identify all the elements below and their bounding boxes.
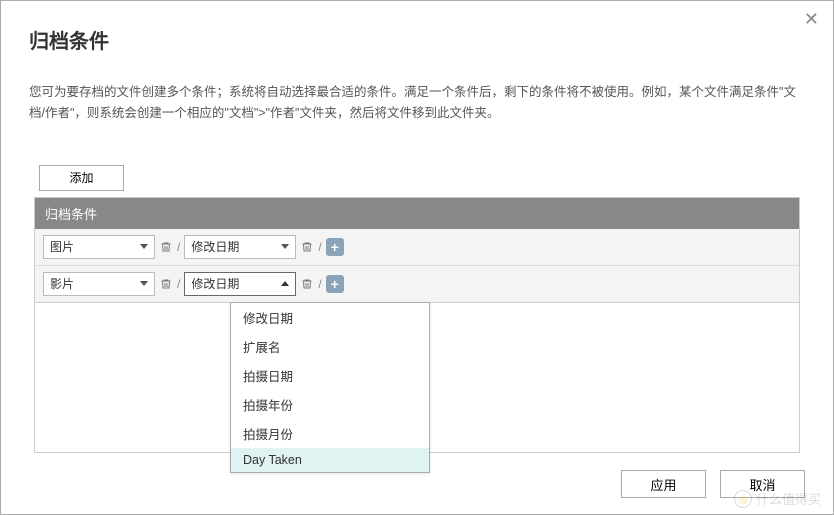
dropdown-item[interactable]: 拍摄日期 — [231, 361, 429, 390]
type-select[interactable]: 影片 — [43, 272, 155, 296]
chevron-down-icon — [140, 281, 148, 286]
close-icon[interactable]: ✕ — [804, 9, 819, 30]
section-header: 归档条件 — [35, 198, 799, 229]
attribute-select-value: 修改日期 — [191, 275, 239, 292]
cancel-button[interactable]: 取消 — [720, 470, 805, 498]
add-button[interactable]: 添加 — [39, 165, 124, 191]
dropdown-item[interactable]: 修改日期 — [231, 303, 429, 332]
dropdown-item[interactable]: 拍摄月份 — [231, 419, 429, 448]
add-segment-button[interactable]: + — [326, 275, 344, 293]
trash-icon[interactable] — [300, 276, 314, 292]
type-select[interactable]: 图片 — [43, 235, 155, 259]
path-separator: / — [318, 240, 321, 254]
type-select-value: 影片 — [50, 275, 74, 292]
dropdown-item[interactable]: 拍摄年份 — [231, 390, 429, 419]
trash-icon[interactable] — [300, 239, 314, 255]
dropdown-item[interactable]: 扩展名 — [231, 332, 429, 361]
chevron-up-icon — [281, 281, 289, 286]
conditions-section: 归档条件 图片 / 修改日期 / + 影片 — [34, 197, 800, 303]
dropdown-item[interactable]: Day Taken — [231, 448, 429, 472]
attribute-select-value: 修改日期 — [191, 238, 239, 255]
attribute-dropdown-menu: 修改日期 扩展名 拍摄日期 拍摄年份 拍摄月份 Day Taken — [230, 302, 430, 473]
chevron-down-icon — [140, 244, 148, 249]
path-separator: / — [318, 277, 321, 291]
condition-row: 影片 / 修改日期 / + 修改日期 扩展名 拍摄日期 拍摄年份 拍摄月份 — [35, 266, 799, 302]
archive-conditions-dialog: ✕ 归档条件 您可为要存档的文件创建多个条件；系统将自动选择最合适的条件。满足一… — [0, 0, 834, 515]
trash-icon[interactable] — [159, 276, 173, 292]
attribute-select[interactable]: 修改日期 — [184, 235, 296, 259]
dialog-description: 您可为要存档的文件创建多个条件；系统将自动选择最合适的条件。满足一个条件后，剩下… — [29, 82, 805, 125]
dialog-title: 归档条件 — [29, 25, 805, 54]
attribute-select[interactable]: 修改日期 — [184, 272, 296, 296]
path-separator: / — [177, 277, 180, 291]
type-select-value: 图片 — [50, 238, 74, 255]
add-segment-button[interactable]: + — [326, 238, 344, 256]
path-separator: / — [177, 240, 180, 254]
dialog-footer: 应用 取消 — [621, 470, 805, 498]
trash-icon[interactable] — [159, 239, 173, 255]
chevron-down-icon — [281, 244, 289, 249]
condition-row: 图片 / 修改日期 / + — [35, 229, 799, 266]
apply-button[interactable]: 应用 — [621, 470, 706, 498]
